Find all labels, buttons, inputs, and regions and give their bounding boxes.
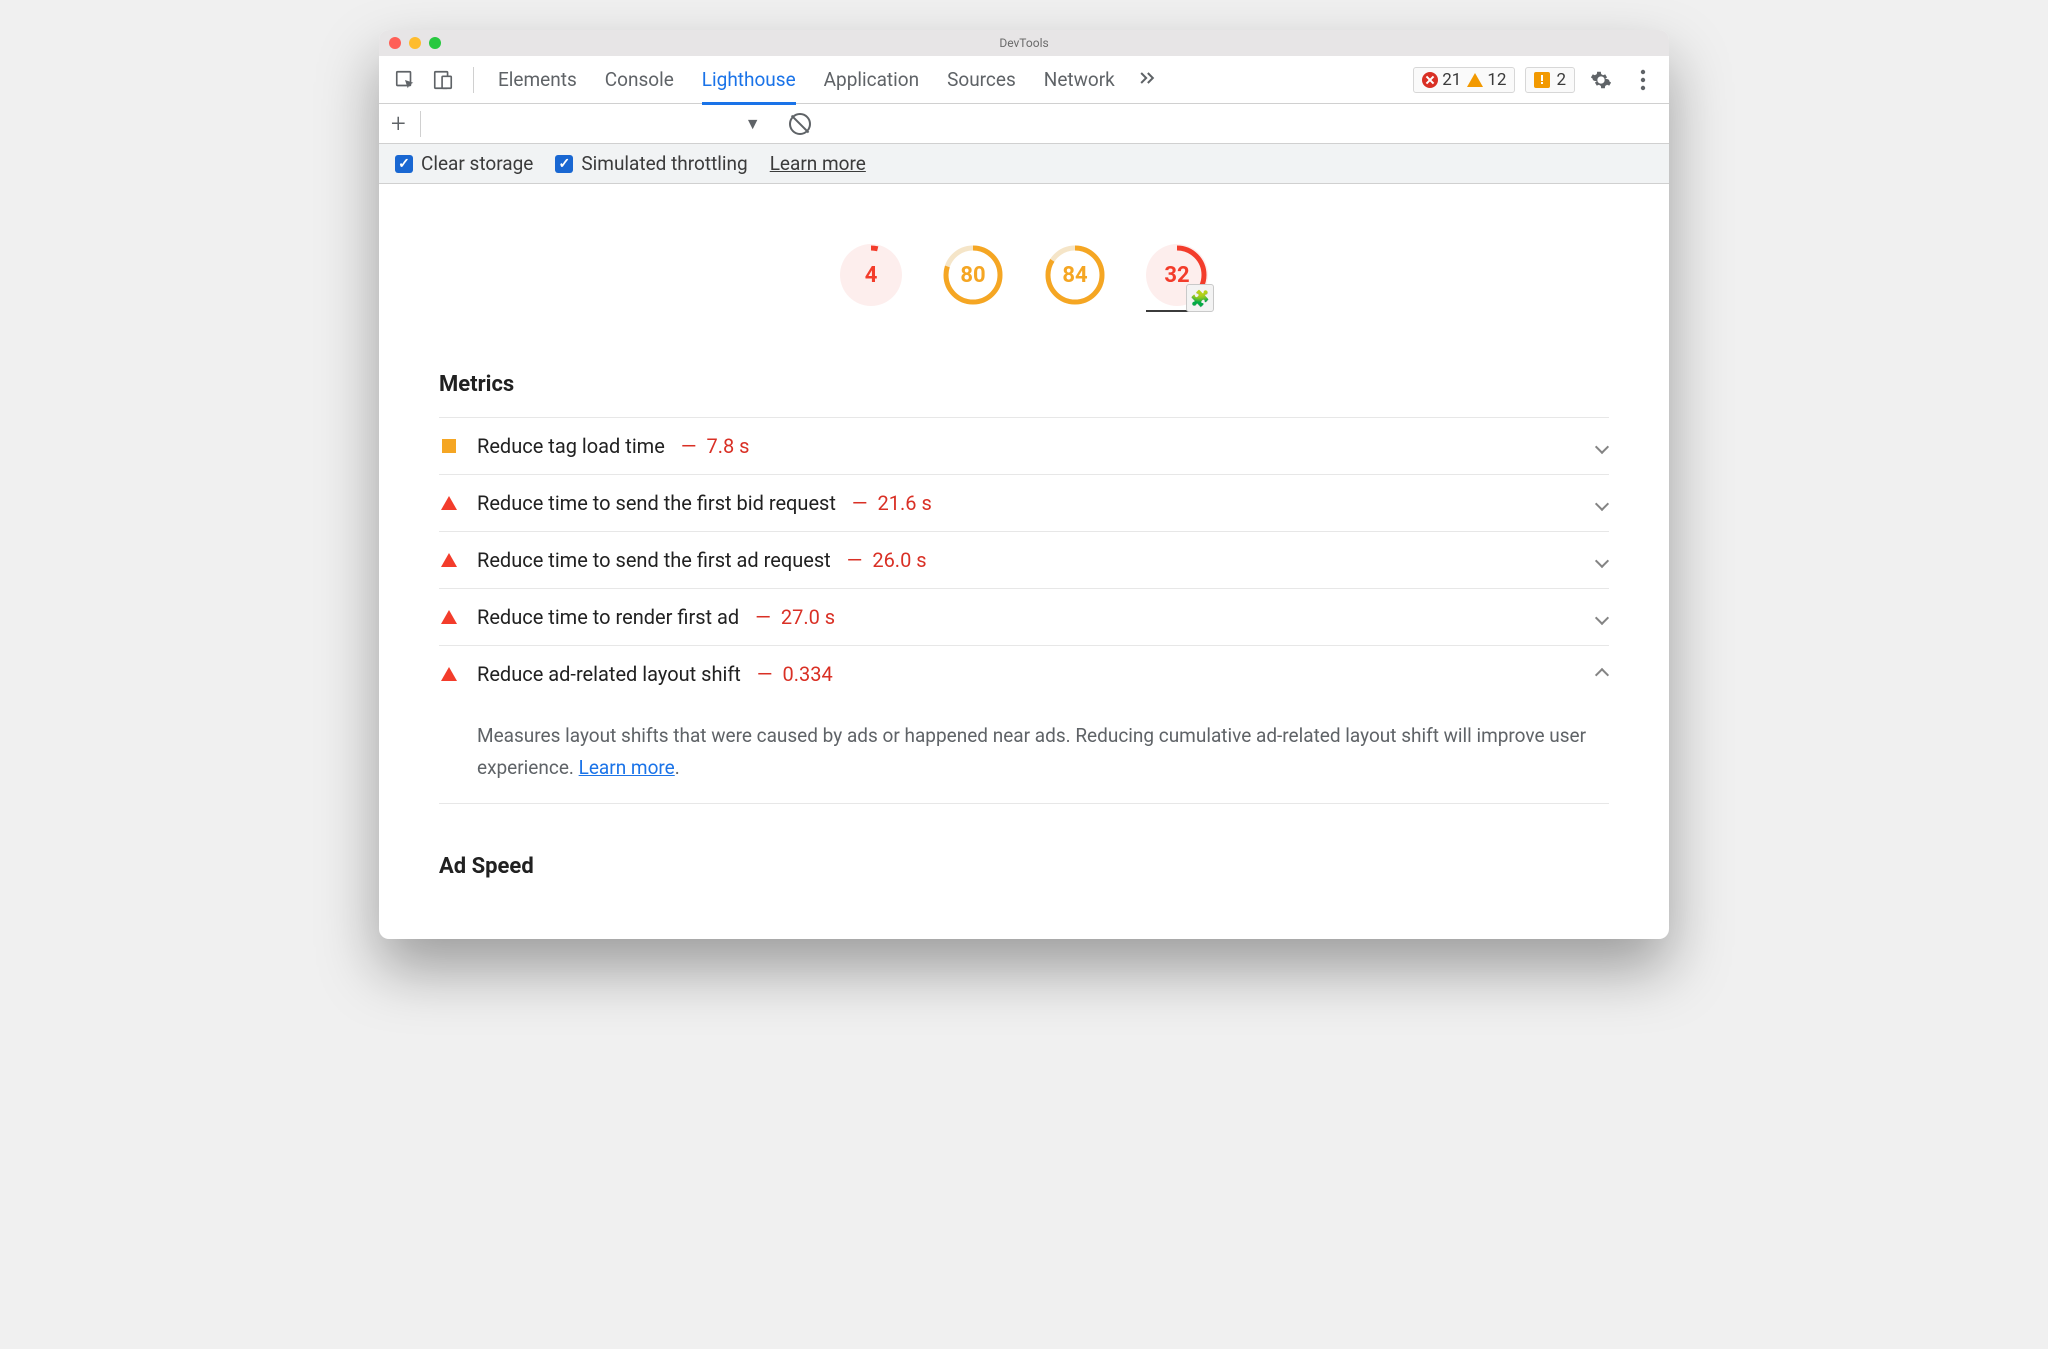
expand-icon [1597, 664, 1607, 684]
audit-dash: — [757, 662, 773, 686]
tab-sources[interactable]: Sources [947, 56, 1016, 104]
issues-icon [1534, 72, 1550, 88]
score-gauges: 4 80 84 32🧩 [379, 184, 1669, 362]
report-dropdown-icon[interactable]: ▼ [745, 114, 761, 134]
tab-application[interactable]: Application [824, 56, 919, 104]
triangle-icon [441, 667, 457, 681]
divider [439, 803, 1609, 804]
plugin-icon: 🧩 [1186, 284, 1214, 312]
separator [473, 67, 474, 93]
audit-label: Reduce time to render first ad [477, 605, 739, 629]
separator [420, 111, 421, 137]
audit-value: 0.334 [782, 662, 832, 686]
clear-storage-label: Clear storage [421, 152, 533, 175]
score-gauge[interactable]: 80 [942, 244, 1004, 312]
warning-count: 12 [1487, 70, 1506, 90]
tab-console[interactable]: Console [605, 56, 674, 104]
audit-description: Measures layout shifts that were caused … [439, 702, 1609, 803]
settings-learn-more-link[interactable]: Learn more [770, 152, 866, 175]
expand-icon [1597, 494, 1607, 513]
more-tabs-icon[interactable] [1137, 68, 1157, 92]
audit-dash: — [847, 548, 863, 572]
settings-icon[interactable] [1585, 64, 1617, 96]
issues-status[interactable]: 2 [1525, 67, 1575, 93]
ad-speed-heading: Ad Speed [439, 854, 1609, 879]
audit-value: 27.0 s [781, 605, 835, 629]
lighthouse-settings: ✓ Clear storage ✓ Simulated throttling L… [379, 144, 1669, 184]
more-menu-icon[interactable] [1627, 64, 1659, 96]
issues-count: 2 [1556, 70, 1566, 90]
tab-network[interactable]: Network [1044, 56, 1115, 104]
clear-storage-checkbox[interactable]: ✓ Clear storage [395, 152, 533, 175]
clear-all-icon[interactable] [789, 113, 811, 135]
triangle-icon [441, 610, 457, 624]
traffic-lights [389, 37, 441, 49]
audit-value: 21.6 s [878, 491, 932, 515]
close-window-button[interactable] [389, 37, 401, 49]
audit-value: 26.0 s [872, 548, 926, 572]
devtools-window: DevTools Elements Console Lighthouse App… [379, 30, 1669, 939]
score-gauge[interactable]: 84 [1044, 244, 1106, 312]
minimize-window-button[interactable] [409, 37, 421, 49]
main-toolbar: Elements Console Lighthouse Application … [379, 56, 1669, 104]
triangle-icon [441, 553, 457, 567]
device-toggle-icon[interactable] [427, 64, 459, 96]
audit-row[interactable]: Reduce time to send the first ad request… [439, 531, 1609, 588]
score-gauge[interactable]: 32🧩 [1146, 244, 1208, 312]
expand-icon [1597, 437, 1607, 456]
audit-label: Reduce time to send the first ad request [477, 548, 831, 572]
warning-icon [1467, 73, 1483, 87]
error-count: 21 [1442, 70, 1461, 90]
panel-tabs: Elements Console Lighthouse Application … [498, 56, 1115, 104]
console-status[interactable]: 21 12 [1413, 67, 1515, 93]
expand-icon [1597, 551, 1607, 570]
score-gauge[interactable]: 4 [840, 244, 902, 312]
error-icon [1422, 72, 1438, 88]
triangle-icon [441, 496, 457, 510]
audit-dash: — [681, 434, 697, 458]
audit-label: Reduce ad-related layout shift [477, 662, 741, 686]
simulated-throttling-label: Simulated throttling [581, 152, 747, 175]
new-report-button[interactable]: + [391, 109, 406, 139]
checkbox-checked-icon: ✓ [395, 155, 413, 173]
window-title: DevTools [999, 36, 1048, 50]
audit-dash: — [755, 605, 771, 629]
tab-elements[interactable]: Elements [498, 56, 577, 104]
simulated-throttling-checkbox[interactable]: ✓ Simulated throttling [555, 152, 747, 175]
titlebar: DevTools [379, 30, 1669, 56]
audit-value: 7.8 s [706, 434, 749, 458]
audit-row[interactable]: Reduce time to send the first bid reques… [439, 474, 1609, 531]
zoom-window-button[interactable] [429, 37, 441, 49]
audit-row[interactable]: Reduce tag load time — 7.8 s [439, 417, 1609, 474]
expand-icon [1597, 608, 1607, 627]
metrics-heading: Metrics [439, 372, 1609, 397]
lighthouse-subbar: + ▼ [379, 104, 1669, 144]
checkbox-checked-icon: ✓ [555, 155, 573, 173]
tab-lighthouse[interactable]: Lighthouse [702, 56, 796, 104]
audit-row[interactable]: Reduce time to render first ad — 27.0 s [439, 588, 1609, 645]
audit-label: Reduce tag load time [477, 434, 665, 458]
audit-dash: — [852, 491, 868, 515]
square-icon [442, 439, 456, 453]
inspect-icon[interactable] [389, 64, 421, 96]
audit-learn-more-link[interactable]: Learn more [579, 756, 675, 779]
lighthouse-report: Metrics Reduce tag load time—7.8 sReduce… [379, 372, 1669, 939]
audit-label: Reduce time to send the first bid reques… [477, 491, 836, 515]
toolbar-right: 21 12 2 [1413, 64, 1659, 96]
audit-row[interactable]: Reduce ad-related layout shift — 0.334 [439, 645, 1609, 702]
